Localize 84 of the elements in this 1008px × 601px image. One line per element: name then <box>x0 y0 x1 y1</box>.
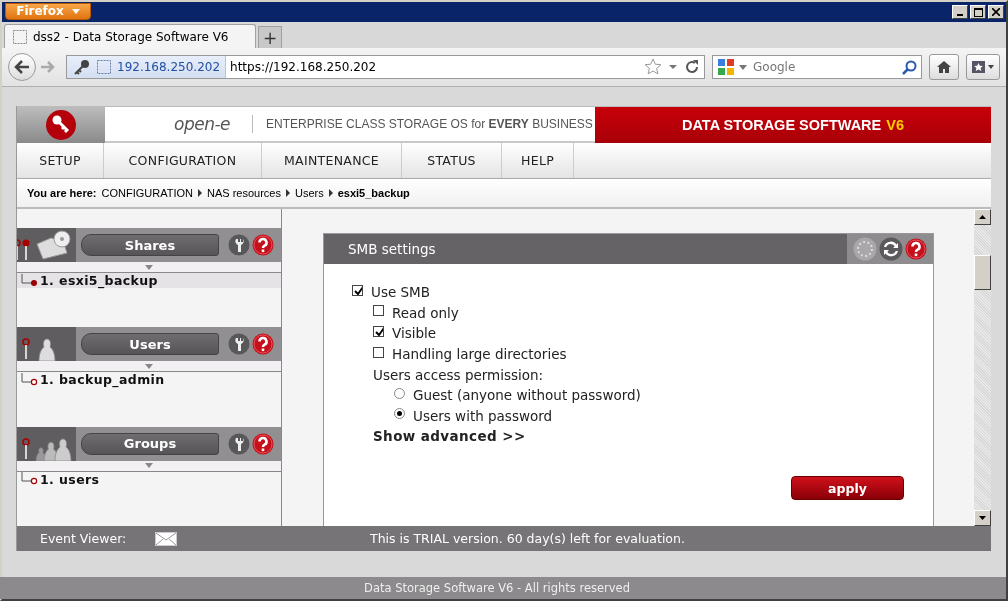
site-identity-button[interactable]: 192.168.250.202 <box>67 56 227 78</box>
event-viewer-label: Event Viewer: <box>40 531 128 546</box>
scroll-thumb[interactable] <box>974 255 991 290</box>
wrench-icon[interactable] <box>228 432 250 455</box>
key-icon <box>45 109 77 141</box>
copyright-text: Data Storage Software V6 - All rights reserved <box>364 581 630 595</box>
section-title-button[interactable]: Users <box>81 333 219 356</box>
version-label: V6 <box>886 117 904 133</box>
section-title-button[interactable]: Shares <box>81 234 219 256</box>
checkbox[interactable] <box>373 326 384 337</box>
breadcrumb-link[interactable]: CONFIGURATION <box>101 187 193 199</box>
bookmark-star-icon[interactable] <box>644 58 662 76</box>
help-icon[interactable] <box>252 333 274 356</box>
radio-button[interactable] <box>394 387 405 399</box>
panel-title: SMB settings <box>347 240 437 259</box>
help-icon[interactable] <box>905 238 927 260</box>
wrench-icon[interactable] <box>228 333 250 356</box>
checkbox[interactable] <box>352 284 363 296</box>
wrench-icon[interactable] <box>228 234 250 256</box>
scrollbar[interactable] <box>974 209 991 526</box>
tagline: ENTERPRISE CLASS STORAGE OS for EVERY BUSINESS <box>266 117 593 131</box>
home-icon <box>936 60 952 74</box>
sidebar-item[interactable]: 1. backup_admin <box>17 372 281 388</box>
checkbox-label[interactable]: Handling large directories <box>392 346 567 363</box>
home-button[interactable] <box>929 54 959 80</box>
search-bar[interactable]: Google <box>712 55 922 79</box>
sidebar-item[interactable]: 1. esxi5_backup <box>17 273 281 288</box>
reload-icon[interactable] <box>684 59 700 75</box>
page-icon <box>97 60 111 74</box>
bookmarks-button[interactable] <box>966 54 1000 80</box>
new-tab-button[interactable]: + <box>258 26 282 48</box>
back-arrow-icon <box>14 60 30 74</box>
url-text: https://192.168.250.202 <box>229 60 378 74</box>
breadcrumb-current: esxi5_backup <box>337 187 410 199</box>
checkbox[interactable] <box>373 305 384 317</box>
refresh-icon[interactable] <box>879 237 903 261</box>
bookmarks-icon <box>971 60 995 74</box>
trial-notice: This is TRIAL version. 60 day(s) left for evaluation. <box>370 531 685 546</box>
maximize-button[interactable] <box>970 5 986 19</box>
menu-item[interactable]: HELP <box>502 143 574 178</box>
radio-label[interactable]: Guest (anyone without password) <box>413 387 641 404</box>
menu-item[interactable]: SETUP <box>17 143 104 178</box>
breadcrumb-label: You are here: <box>27 187 97 199</box>
close-icon <box>992 8 1000 16</box>
dropdown-arrow-icon[interactable] <box>668 64 678 70</box>
collapse-arrow-icon[interactable] <box>145 264 153 270</box>
breadcrumb-link[interactable]: Users <box>294 187 324 199</box>
collapse-arrow-icon[interactable] <box>145 363 153 369</box>
checkbox-label[interactable]: Use SMB <box>371 284 430 301</box>
help-icon[interactable] <box>252 432 274 455</box>
menu-item[interactable]: CONFIGURATION <box>104 143 262 178</box>
back-button[interactable] <box>8 53 36 81</box>
checkbox-label[interactable]: Read only <box>392 304 459 321</box>
field-label: Users access permission: <box>373 366 544 383</box>
tree-branch-icon <box>18 273 40 288</box>
key-icon <box>73 58 91 76</box>
show-advanced-link[interactable]: Show advanced >> <box>373 428 526 445</box>
minimize-button[interactable] <box>952 5 968 19</box>
page-icon <box>13 29 27 44</box>
caret-icon <box>71 8 80 14</box>
breadcrumb-link[interactable]: NAS resources <box>206 187 281 199</box>
scroll-up-icon[interactable] <box>979 215 986 219</box>
address-bar[interactable]: 192.168.250.202 https://192.168.250.202 <box>66 55 705 79</box>
apply-button[interactable]: apply <box>791 476 904 500</box>
maximize-icon <box>973 7 983 17</box>
product-name: DATA STORAGE SOFTWARE <box>682 117 882 133</box>
help-icon[interactable] <box>252 234 274 256</box>
browser-tab[interactable]: dss2 - Data Storage Software V6 <box>4 24 256 48</box>
checkbox[interactable] <box>373 346 384 358</box>
menu-item[interactable]: MAINTENANCE <box>262 143 402 178</box>
dropdown-arrow-icon[interactable] <box>739 64 747 70</box>
collapse-arrow-icon[interactable] <box>145 463 153 469</box>
close-button[interactable] <box>988 5 1004 19</box>
mail-icon[interactable] <box>155 531 177 546</box>
scroll-down-icon[interactable] <box>979 516 986 520</box>
search-icon[interactable] <box>902 59 917 75</box>
checkbox-label[interactable]: Visible <box>392 325 437 342</box>
radio-button[interactable] <box>394 408 405 420</box>
brand-logo: open-e <box>174 114 231 134</box>
sidebar-item[interactable]: 1. users <box>17 471 281 487</box>
search-engine-icon <box>717 58 735 76</box>
section-title-button[interactable]: Groups <box>81 432 219 455</box>
radio-label[interactable]: Users with password <box>413 407 553 424</box>
menu-item[interactable]: STATUS <box>402 143 502 178</box>
